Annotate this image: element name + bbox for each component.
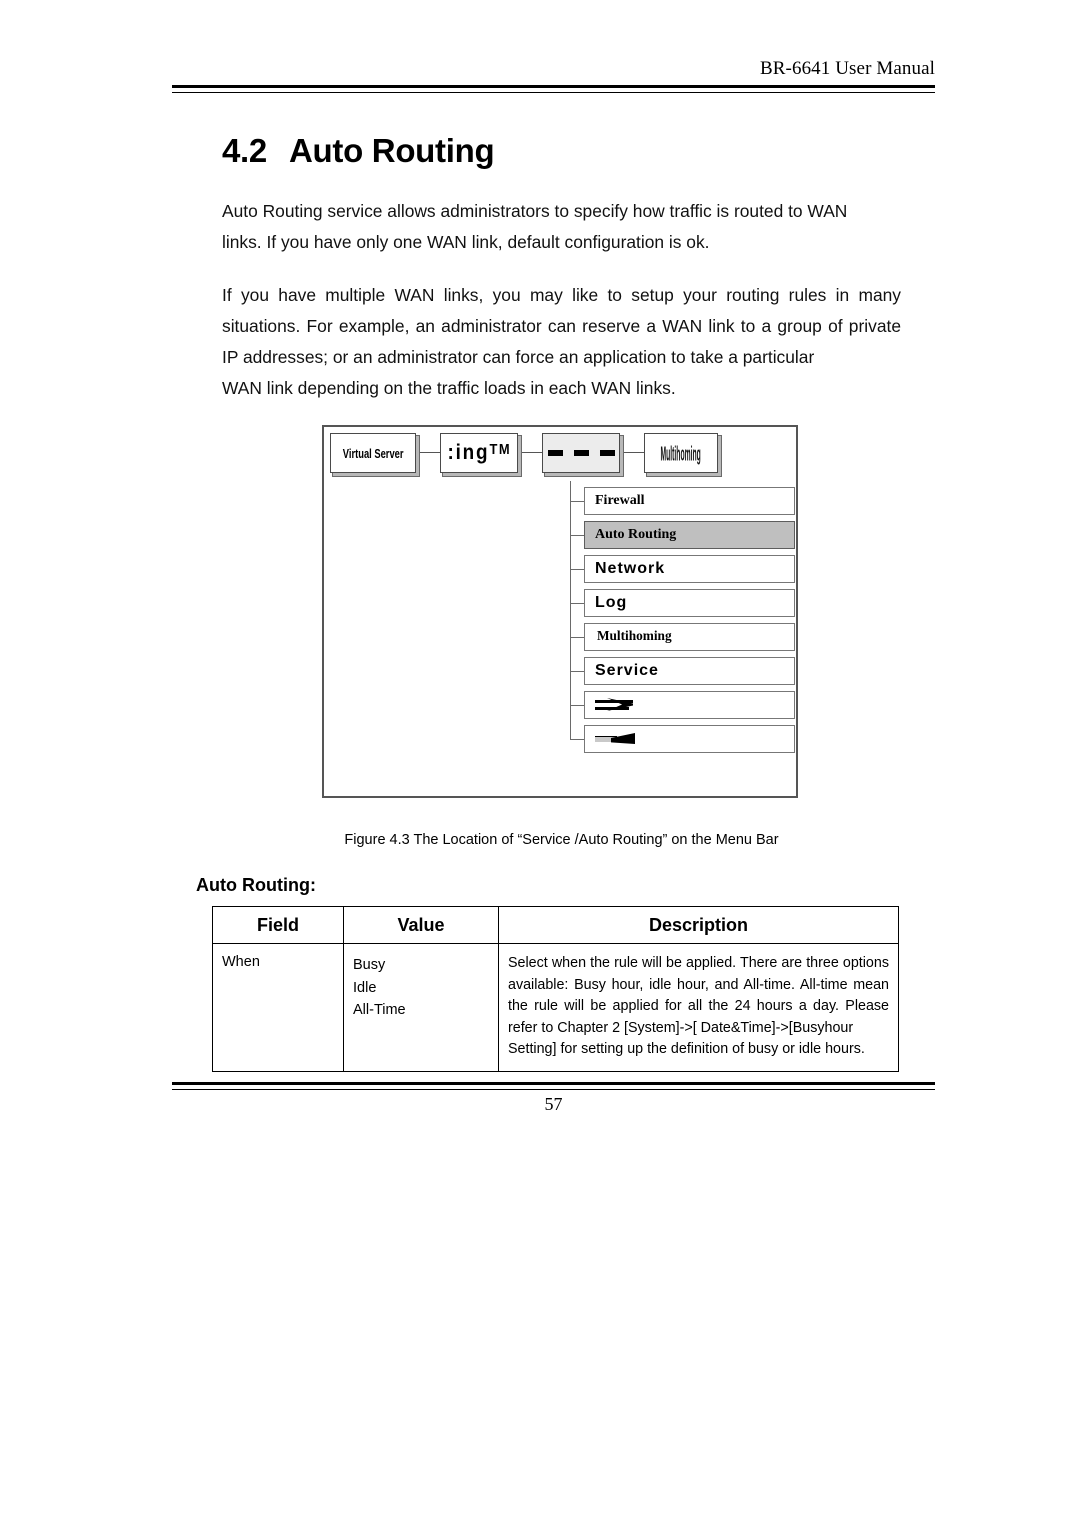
description-lastline: Setting] for setting up the definition o… bbox=[508, 1041, 865, 1057]
table-header-description: Description bbox=[498, 906, 899, 944]
section-number: 4.2 bbox=[222, 132, 267, 169]
section-title: Auto Routing bbox=[288, 132, 495, 169]
value-option-all-time: All-Time bbox=[353, 1002, 406, 1018]
menu-tree-trunk bbox=[570, 481, 571, 739]
footer-divider-rule bbox=[172, 1082, 935, 1090]
table-cell-field: When bbox=[212, 943, 344, 1072]
dropdown-item-firewall[interactable]: Firewall bbox=[584, 487, 795, 515]
menu-button-service-active[interactable] bbox=[542, 433, 620, 473]
menu-tree-stub-7 bbox=[570, 705, 584, 706]
menu-button-virtual-server[interactable]: Virtual Server bbox=[330, 433, 416, 473]
table-cell-value-list: Busy Idle All-Time bbox=[344, 944, 498, 1034]
paragraph-2-text: If you have multiple WAN links, you may … bbox=[222, 285, 901, 367]
dropdown-menu: Firewall Auto Routing Network Log Multih… bbox=[584, 487, 795, 759]
menu-tree-stub-3 bbox=[570, 569, 584, 570]
dropdown-item-network[interactable]: Network bbox=[584, 555, 795, 583]
dropdown-item-firewall-label: Firewall bbox=[595, 493, 645, 508]
corrupted-glyph-icon-2 bbox=[595, 732, 637, 746]
dropdown-item-network-label: Network bbox=[595, 560, 666, 577]
menu-tree-stub-2 bbox=[570, 535, 584, 536]
dropdown-item-multihoming-label: Multihoming bbox=[596, 629, 672, 644]
corrupted-glyph-icon-1 bbox=[595, 698, 637, 712]
menu-tree-stub-1 bbox=[570, 501, 584, 502]
paragraph-1-text: Auto Routing service allows administrato… bbox=[222, 201, 848, 221]
menu-tree-stub-6 bbox=[570, 671, 584, 672]
value-option-busy: Busy bbox=[353, 957, 386, 973]
menu-button-ing[interactable]: :ingᵀᴹ bbox=[440, 433, 518, 473]
menu-button-multihoming[interactable]: Multihoming bbox=[644, 433, 718, 473]
dropdown-item-unreadable-2[interactable] bbox=[584, 725, 795, 753]
field-description-table: Field Value Description When Busy Idle A… bbox=[212, 906, 899, 1072]
table-header-value: Value bbox=[343, 906, 499, 944]
menu-button-multihoming-label: Multihoming bbox=[660, 441, 702, 465]
header-divider-rule bbox=[172, 85, 935, 93]
body-paragraph-1: Auto Routing service allows administrato… bbox=[222, 196, 901, 258]
table-cell-description: Select when the rule will be applied. Th… bbox=[498, 943, 899, 1072]
body-paragraph-2: If you have multiple WAN links, you may … bbox=[222, 280, 901, 404]
menu-connector-1 bbox=[416, 452, 440, 453]
table-label: Auto Routing: bbox=[196, 875, 316, 895]
dropdown-item-multihoming[interactable]: Multihoming bbox=[584, 623, 795, 651]
dropdown-item-unreadable-1[interactable] bbox=[584, 691, 795, 719]
menu-tree-stub-8 bbox=[570, 739, 584, 740]
description-main: Select when the rule will be applied. Th… bbox=[508, 955, 889, 1036]
table-cell-value: Busy Idle All-Time bbox=[343, 943, 499, 1072]
menu-button-virtual-server-label: Virtual Server bbox=[342, 445, 404, 461]
table-header-field: Field bbox=[212, 906, 344, 944]
page-number: 57 bbox=[544, 1094, 563, 1114]
dropdown-item-service[interactable]: Service bbox=[584, 657, 795, 685]
table-cell-field-text: When bbox=[222, 954, 260, 970]
figure-caption: Figure 4.3 The Location of “Service /Aut… bbox=[344, 832, 779, 848]
document-page: BR-6641 User Manual 4.2 Auto Routing Auto… bbox=[0, 0, 1080, 1527]
menu-button-ing-label: :ingᵀᴹ bbox=[447, 441, 511, 464]
menu-bar: Virtual Server :ingᵀᴹ Multihoming bbox=[330, 433, 794, 481]
menu-dashes-glyph bbox=[547, 450, 615, 456]
running-header-title: BR-6641 User Manual bbox=[760, 58, 935, 79]
dropdown-item-auto-routing[interactable]: Auto Routing bbox=[584, 521, 795, 549]
dropdown-item-log[interactable]: Log bbox=[584, 589, 795, 617]
value-option-idle: Idle bbox=[353, 979, 377, 996]
dropdown-item-service-label: Service bbox=[595, 662, 659, 679]
dropdown-item-log-label: Log bbox=[595, 594, 628, 611]
dropdown-item-auto-routing-label: Auto Routing bbox=[595, 527, 677, 542]
menu-connector-3 bbox=[620, 452, 644, 453]
paragraph-1-lastline: links. If you have only one WAN link, de… bbox=[222, 232, 710, 252]
table-cell-description-text: Select when the rule will be applied. Th… bbox=[499, 944, 898, 1071]
menu-tree-stub-5 bbox=[570, 637, 584, 638]
menu-connector-2 bbox=[518, 452, 542, 453]
paragraph-2-lastline: WAN link depending on the traffic loads … bbox=[222, 378, 676, 398]
table-header-row: Field Value Description bbox=[212, 906, 899, 944]
page-title: 4.2 Auto Routing bbox=[222, 132, 495, 170]
menu-tree-stub-4 bbox=[570, 603, 584, 604]
figure-menu-bar-screenshot: Virtual Server :ingᵀᴹ Multihoming Firewa… bbox=[322, 425, 798, 798]
table-row: When Busy Idle All-Time Select when the … bbox=[212, 943, 899, 1072]
